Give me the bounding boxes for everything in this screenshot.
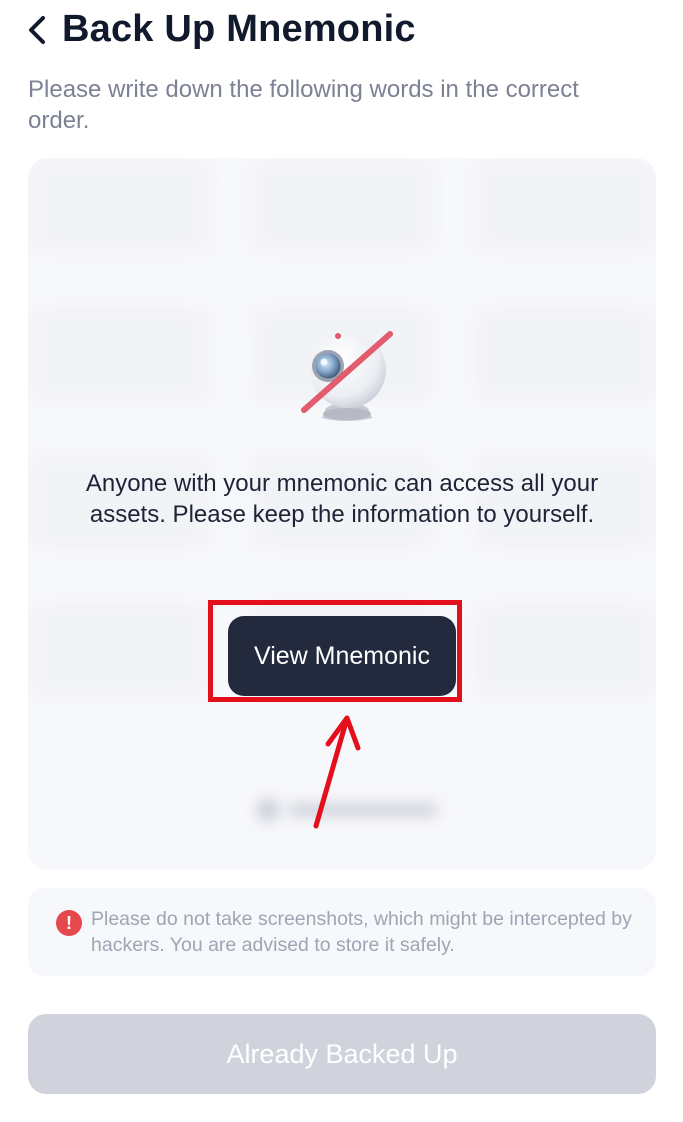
chevron-left-icon (29, 16, 45, 44)
annotation-arrow-icon (313, 715, 361, 829)
instruction-text: Please write down the following words in… (28, 76, 579, 134)
mnemonic-panel: Anyone with your mnemonic can access all… (28, 158, 656, 870)
privacy-cover: Anyone with your mnemonic can access all… (28, 158, 656, 870)
header: Back Up Mnemonic (0, 0, 683, 62)
exclamation-icon: ! (56, 910, 82, 936)
camera-off-icon (290, 322, 402, 426)
already-backed-up-button[interactable]: Already Backed Up (28, 1014, 656, 1094)
privacy-warning-text: Anyone with your mnemonic can access all… (85, 470, 599, 528)
page-title: Back Up Mnemonic (62, 8, 416, 50)
notice-text: Please do not take screenshots, which mi… (91, 908, 632, 956)
view-mnemonic-button[interactable]: View Mnemonic (228, 616, 456, 696)
screenshot-notice: ! Please do not take screenshots, which … (28, 888, 656, 976)
back-button[interactable] (22, 12, 54, 48)
